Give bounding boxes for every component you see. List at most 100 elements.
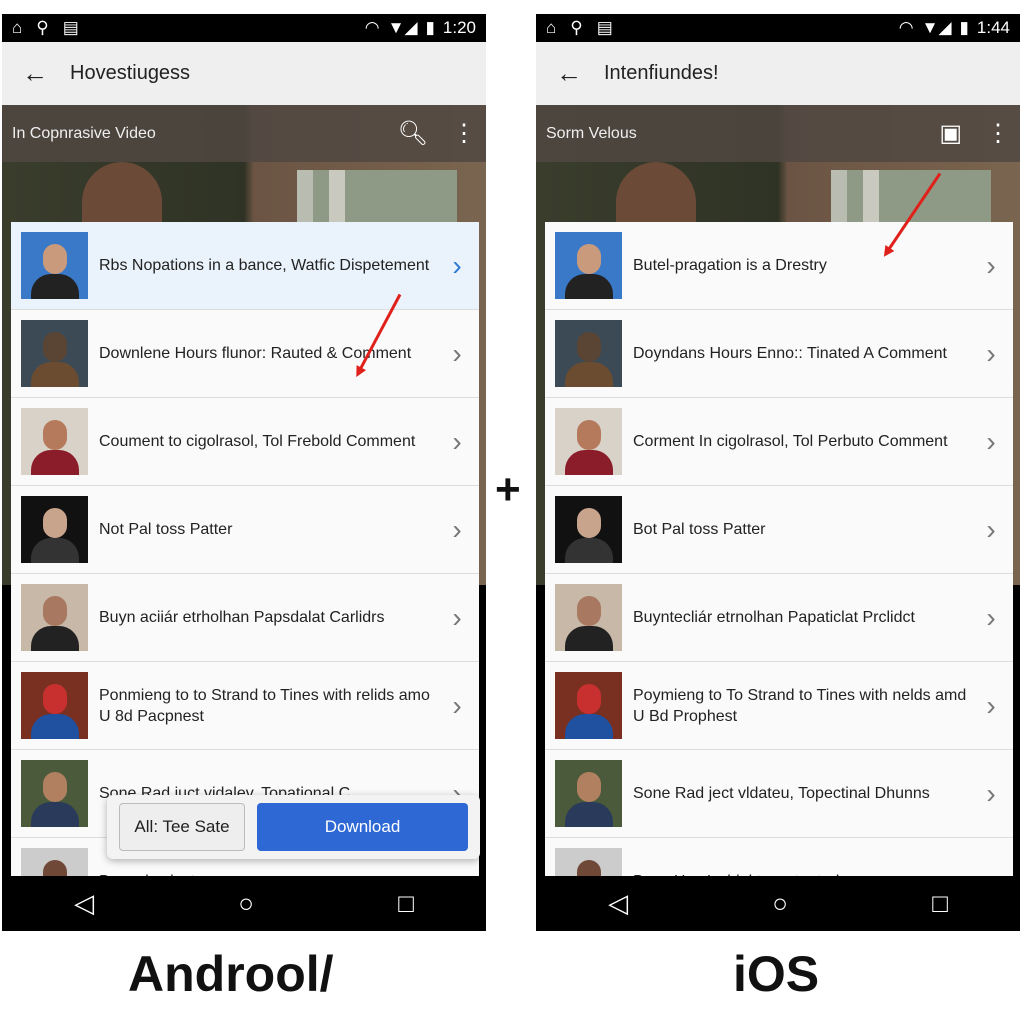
- video-thumbnail: [21, 848, 88, 877]
- list-item[interactable]: Corment In cigolrasol, Tol Perbuto Comme…: [545, 398, 1013, 486]
- recents-nav-icon[interactable]: □: [932, 888, 948, 919]
- app-bar: ← Hovestiugess: [2, 42, 486, 105]
- chevron-right-icon: ›: [452, 513, 462, 545]
- list-item[interactable]: Buyn aciiár etrholhan Papsdalat Carlidrs…: [11, 574, 479, 662]
- list-item[interactable]: Sone Rad ject vldateu, Topectinal Dhunns…: [545, 750, 1013, 838]
- sim-icon: ▤: [596, 18, 613, 37]
- video-thumbnail: [21, 760, 88, 827]
- list-item-title: Coument to cigolrasol, Tol Frebold Comme…: [99, 433, 416, 450]
- battery-icon: ▮: [959, 18, 969, 37]
- list-item-title: Corment In cigolrasol, Tol Perbuto Comme…: [633, 433, 948, 450]
- chevron-right-icon: ›: [452, 249, 462, 281]
- list-item[interactable]: Rbs Nopations in a bance, Watfic Dispete…: [11, 222, 479, 310]
- recents-nav-icon[interactable]: □: [398, 888, 414, 919]
- list-item[interactable]: Downlene Hours flunor: Rauted & Comment ›: [11, 310, 479, 398]
- list-item[interactable]: Doyndans Hours Enno:: Tinated A Comment ›: [545, 310, 1013, 398]
- bulb-icon: ⚲: [570, 18, 583, 37]
- video-thumbnail: [555, 848, 622, 877]
- secondary-button[interactable]: All: Tee Sate: [119, 803, 245, 851]
- list-item-title: Ponmieng to to Strand to Tines with reli…: [99, 686, 430, 725]
- chevron-right-icon: ›: [452, 425, 462, 457]
- list-item[interactable]: Ponmieng to to Strand to Tines with reli…: [11, 662, 479, 750]
- android-phone: ⌂ ⚲ ▤ ◠ ▼◢ ▮ 1:20 ← Hovestiugess In Copnrasive…: [2, 14, 486, 931]
- video-label: Sorm Velous: [546, 124, 637, 142]
- video-thumbnail: [21, 672, 88, 739]
- download-button[interactable]: Download: [257, 803, 468, 851]
- location-icon: ⌂: [546, 18, 557, 37]
- app-bar: ← Intenfiundes!: [536, 42, 1020, 105]
- status-time: 1:20: [442, 18, 476, 37]
- signal-icon: ▼◢: [921, 18, 952, 37]
- video-thumbnail: [555, 232, 622, 299]
- wifi-icon: ◠: [364, 18, 380, 37]
- back-arrow-icon[interactable]: ←: [556, 58, 582, 89]
- wifi-icon: ◠: [898, 18, 914, 37]
- video-thumbnail: [21, 584, 88, 651]
- battery-icon: ▮: [425, 18, 435, 37]
- back-nav-icon[interactable]: ◁: [608, 888, 628, 919]
- video-thumbnail: [555, 672, 622, 739]
- status-bar: ⌂ ⚲ ▤ ◠ ▼◢ ▮ 1:44: [536, 14, 1020, 42]
- nav-bar: ◁ ○ □: [2, 876, 486, 931]
- list-item-title: Sone Rad ject vldateu, Topectinal Dhunns: [633, 785, 930, 802]
- list-item[interactable]: Poymieng to To Strand to Tines with neld…: [545, 662, 1013, 750]
- chevron-right-icon: ›: [986, 777, 996, 809]
- list-item-title: Poymieng to To Strand to Tines with neld…: [633, 686, 967, 725]
- back-arrow-icon[interactable]: ←: [22, 58, 48, 89]
- video-thumbnail: [21, 408, 88, 475]
- chevron-right-icon: ›: [986, 601, 996, 633]
- video-thumbnail: [555, 760, 622, 827]
- list-item-title: Not Pal toss Patter: [99, 521, 233, 538]
- video-list: Rbs Nopations in a bance, Watfic Dispete…: [11, 222, 479, 877]
- list-item-title: Bot Pal toss Patter: [633, 521, 766, 538]
- video-thumbnail: [21, 232, 88, 299]
- home-nav-icon[interactable]: ○: [238, 888, 254, 919]
- list-item-title: Rbs Nopations in a bance, Watfic Dispete…: [99, 257, 430, 274]
- plus-separator: +: [495, 465, 521, 514]
- video-list: Butel-pragation is a Drestry › Doyndans Ho…: [545, 222, 1013, 877]
- list-item[interactable]: Not Pal toss Patter ›: [11, 486, 479, 574]
- video-thumbnail: [555, 320, 622, 387]
- list-item-title: Butel-pragation is a Drestry: [633, 257, 827, 274]
- chevron-right-icon: ›: [452, 337, 462, 369]
- status-bar: ⌂ ⚲ ▤ ◠ ▼◢ ▮ 1:20: [2, 14, 486, 42]
- list-item-title: Buyntecliár etrnolhan Papaticlat Prclidc…: [633, 609, 915, 626]
- list-item[interactable]: Bot Pal toss Patter ›: [545, 486, 1013, 574]
- list-item[interactable]: Boyn Hac Lwbiul topcstonted›: [545, 838, 1013, 877]
- home-icon: ⌂: [12, 18, 23, 37]
- list-item[interactable]: Buyntecliár etrnolhan Papaticlat Prclidc…: [545, 574, 1013, 662]
- list-item[interactable]: Coument to cigolrasol, Tol Frebold Comme…: [11, 398, 479, 486]
- search-icon[interactable]: 🔍︎: [398, 119, 428, 148]
- ios-phone: ⌂ ⚲ ▤ ◠ ▼◢ ▮ 1:44 ← Intenfiundes! Sorm Velous ▣…: [536, 14, 1020, 931]
- more-options-icon[interactable]: ⋮: [452, 119, 476, 148]
- list-item-title: Doyndans Hours Enno:: Tinated A Comment: [633, 345, 947, 362]
- ios-caption: iOS: [733, 946, 820, 1002]
- chevron-right-icon: ›: [986, 337, 996, 369]
- chevron-right-icon: ›: [986, 689, 996, 721]
- video-thumbnail: [21, 496, 88, 563]
- page-title: Hovestiugess: [70, 62, 191, 84]
- video-label: In Copnrasive Video: [12, 124, 156, 142]
- download-popup: All: Tee Sate Download: [107, 795, 480, 859]
- share-icon[interactable]: ▣: [939, 119, 962, 148]
- home-nav-icon[interactable]: ○: [772, 888, 788, 919]
- list-item-title: Buyn aciiár etrholhan Papsdalat Carlidrs: [99, 609, 385, 626]
- video-thumbnail: [555, 584, 622, 651]
- chevron-right-icon: ›: [986, 425, 996, 457]
- video-thumbnail: [21, 320, 88, 387]
- chevron-right-icon: ›: [986, 249, 996, 281]
- chevron-right-icon: ›: [452, 601, 462, 633]
- list-item[interactable]: Butel-pragation is a Drestry ›: [545, 222, 1013, 310]
- chevron-right-icon: ›: [452, 689, 462, 721]
- video-thumbnail: [555, 408, 622, 475]
- location-icon: ⚲: [36, 18, 49, 37]
- back-nav-icon[interactable]: ◁: [74, 888, 94, 919]
- status-time: 1:44: [976, 18, 1010, 37]
- signal-icon: ▼◢: [387, 18, 418, 37]
- video-thumbnail: [555, 496, 622, 563]
- chevron-right-icon: ›: [986, 513, 996, 545]
- nav-bar: ◁ ○ □: [536, 876, 1020, 931]
- more-options-icon[interactable]: ⋮: [986, 119, 1010, 148]
- list-item-title: Downlene Hours flunor: Rauted & Comment: [99, 345, 412, 362]
- sim-icon: ▤: [62, 18, 79, 37]
